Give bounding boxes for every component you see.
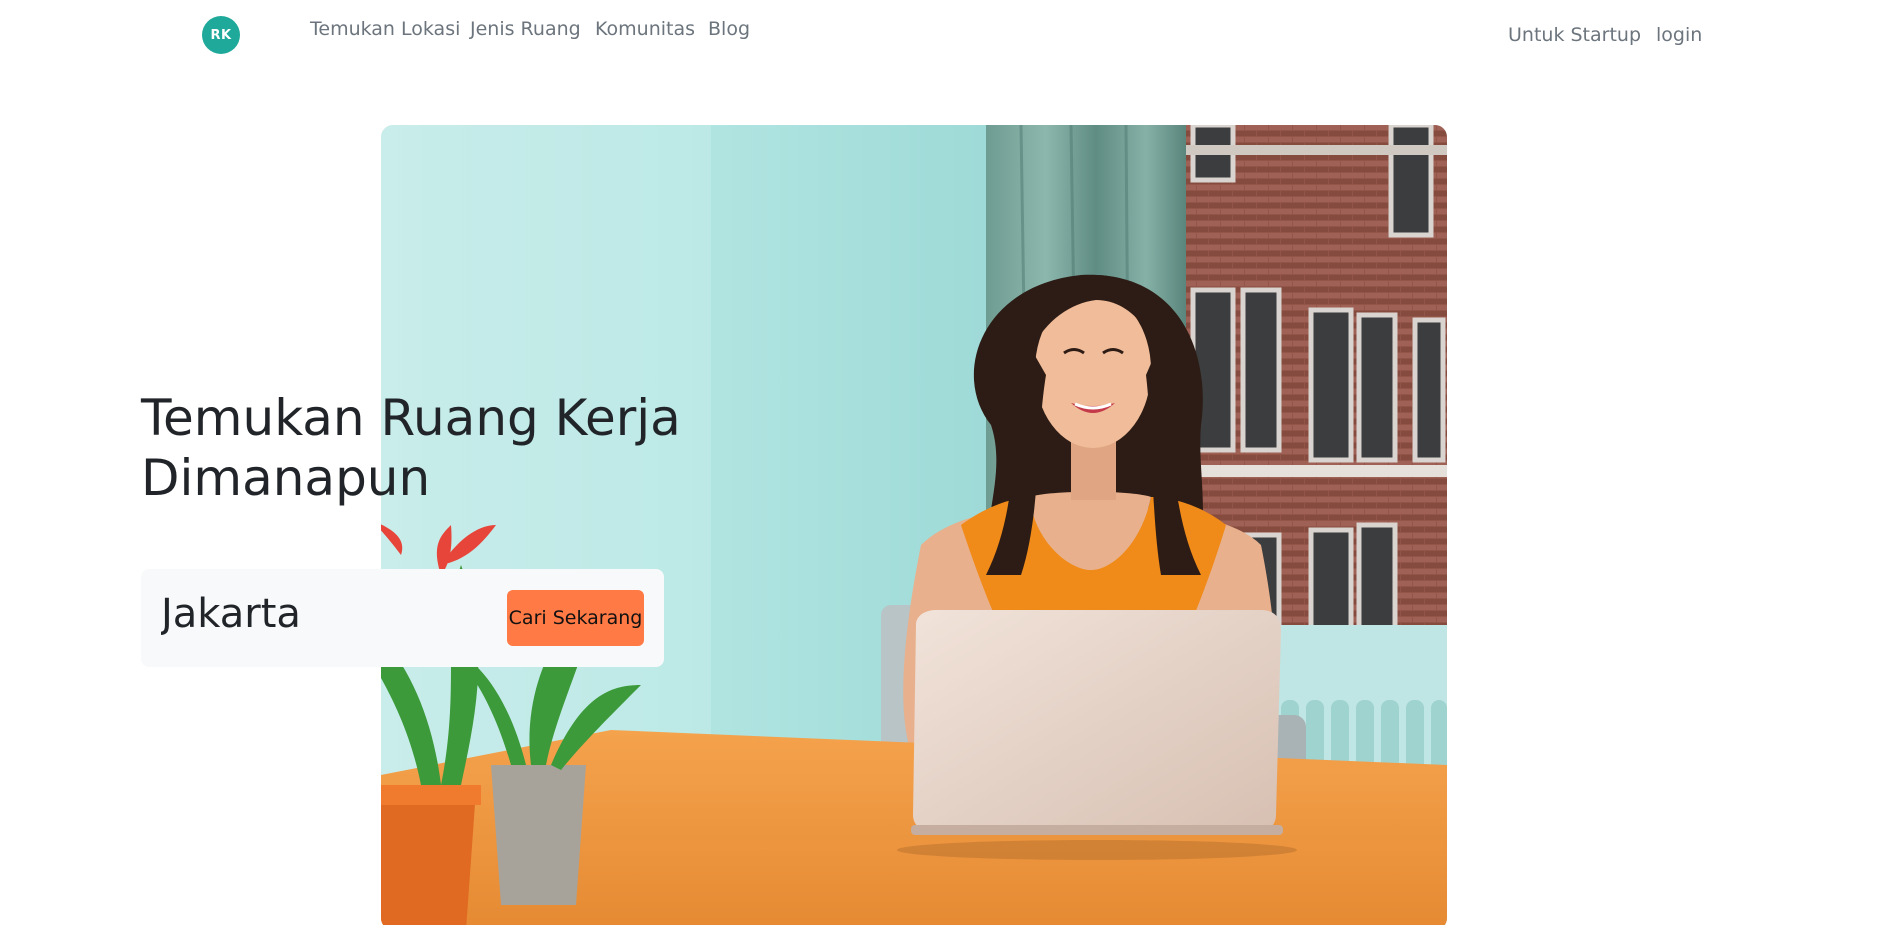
logo-text: RK: [210, 27, 232, 43]
nav-link-jenis-ruang[interactable]: Jenis Ruang: [470, 18, 581, 40]
nav-link-blog[interactable]: Blog: [708, 18, 750, 40]
logo-avatar[interactable]: RK: [202, 16, 240, 54]
location-input[interactable]: [161, 591, 491, 637]
search-now-button[interactable]: Cari Sekarang: [507, 590, 644, 646]
hero-image: [381, 125, 1447, 925]
nav-link-komunitas[interactable]: Komunitas: [595, 18, 695, 40]
location-search-box: Cari Sekarang: [141, 569, 664, 667]
navbar: RK Temukan Lokasi Jenis Ruang Komunitas …: [0, 0, 1896, 60]
nav-link-untuk-startup[interactable]: Untuk Startup: [1508, 24, 1641, 46]
hero-title: Temukan Ruang Kerja Dimanapun: [141, 389, 681, 507]
nav-link-temukan-lokasi[interactable]: Temukan Lokasi: [310, 18, 460, 40]
page: RK Temukan Lokasi Jenis Ruang Komunitas …: [0, 0, 1896, 925]
nav-link-login[interactable]: login: [1656, 24, 1702, 46]
